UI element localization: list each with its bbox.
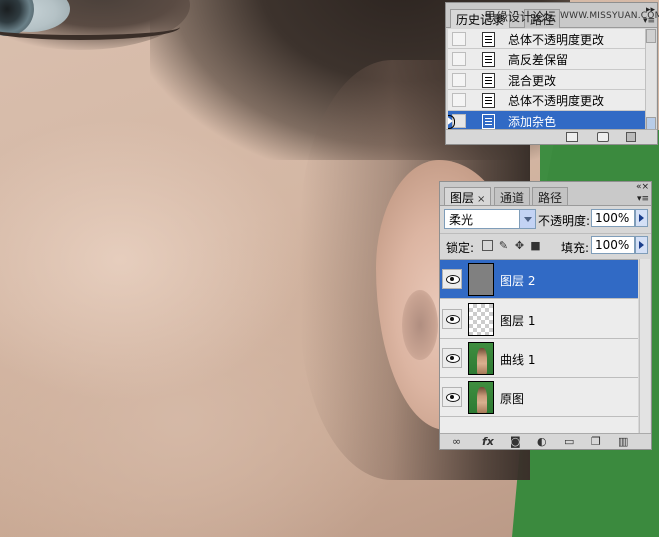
eye-icon[interactable] bbox=[442, 269, 462, 289]
history-state-slider-icon[interactable] bbox=[448, 114, 455, 129]
layer-thumbnail bbox=[468, 263, 494, 296]
blend-mode-select[interactable]: 柔光 bbox=[444, 209, 536, 229]
history-item-selected[interactable]: 添加杂色 bbox=[448, 110, 646, 131]
history-state-icon bbox=[482, 72, 495, 88]
history-source-box[interactable] bbox=[452, 93, 466, 108]
history-panel: 历史记录 路径 ▸▸ ▾≡ 总体不透明度更改 高反差保留 混合更改 总体不透明度… bbox=[445, 2, 658, 145]
layers-panel: 图层 × 通道 路径 «× ▾≡ 柔光 不透明度: 100% 锁定: ✎ ✥ ■ … bbox=[439, 181, 652, 450]
layer-name: 曲线 1 bbox=[500, 353, 536, 367]
trash-icon[interactable] bbox=[626, 132, 636, 142]
blend-mode-value: 柔光 bbox=[449, 213, 474, 227]
layer-row[interactable]: 曲线 1 bbox=[440, 339, 638, 378]
close-icon[interactable]: × bbox=[477, 194, 485, 205]
layer-name: 图层 2 bbox=[500, 274, 536, 288]
opacity-field[interactable]: 100% bbox=[591, 209, 635, 227]
new-layer-icon[interactable]: ❐ bbox=[591, 436, 601, 448]
new-document-from-state-icon[interactable] bbox=[566, 132, 578, 142]
tab-layers[interactable]: 图层 × bbox=[444, 187, 492, 205]
history-item-label: 高反差保留 bbox=[508, 53, 569, 68]
tab-paths[interactable]: 路径 bbox=[524, 9, 561, 28]
lock-all-icon[interactable]: ■ bbox=[530, 240, 541, 251]
layer-thumbnail bbox=[468, 342, 494, 375]
folder-icon[interactable]: ▭ bbox=[564, 436, 574, 448]
tab-history[interactable]: 历史记录 bbox=[450, 9, 511, 28]
snapshot-camera-icon[interactable] bbox=[597, 132, 609, 142]
history-item[interactable]: 总体不透明度更改 bbox=[448, 90, 646, 111]
history-item-label: 混合更改 bbox=[508, 73, 557, 88]
tab-paths[interactable]: 路径 bbox=[532, 187, 569, 205]
layer-thumbnail bbox=[468, 381, 494, 414]
layer-thumbnail bbox=[468, 303, 494, 336]
eye-icon[interactable] bbox=[442, 309, 462, 329]
ear-inner bbox=[402, 290, 438, 360]
fill-slider-button[interactable] bbox=[635, 236, 648, 254]
scroll-up-arrow[interactable] bbox=[646, 29, 656, 43]
layer-name: 图层 1 bbox=[500, 314, 536, 328]
history-source-box[interactable] bbox=[452, 72, 466, 87]
panel-menu-icon[interactable]: ▾≡ bbox=[637, 194, 649, 204]
history-list: 总体不透明度更改 高反差保留 混合更改 总体不透明度更改 添加杂色 bbox=[448, 29, 646, 131]
layer-name: 原图 bbox=[500, 392, 525, 406]
layers-scrollbar[interactable] bbox=[639, 259, 650, 435]
layer-row[interactable]: 原图 bbox=[440, 378, 638, 417]
history-item-label: 总体不透明度更改 bbox=[508, 33, 605, 47]
lock-image-pixels-icon[interactable]: ✎ bbox=[498, 240, 509, 251]
eye-icon[interactable] bbox=[442, 387, 462, 407]
watermark-url: WWW.MISSYUAN.COM bbox=[560, 11, 659, 21]
fill-field[interactable]: 100% bbox=[591, 236, 635, 254]
layer-list: 图层 2 图层 1 曲线 1 原图 bbox=[440, 259, 638, 435]
tab-layers-label: 图层 bbox=[450, 191, 475, 205]
blend-opacity-row: 柔光 不透明度: 100% bbox=[440, 207, 651, 231]
layers-tabstrip: 图层 × 通道 路径 «× ▾≡ bbox=[440, 182, 651, 206]
history-state-icon bbox=[482, 93, 495, 109]
history-item-label: 总体不透明度更改 bbox=[508, 94, 605, 109]
history-item[interactable]: 混合更改 bbox=[448, 70, 646, 91]
lock-position-icon[interactable]: ✥ bbox=[514, 240, 525, 251]
eye-icon[interactable] bbox=[442, 348, 462, 368]
history-footer bbox=[446, 129, 657, 144]
history-item[interactable]: 总体不透明度更改 bbox=[448, 29, 646, 50]
history-item-label: 添加杂色 bbox=[508, 114, 557, 129]
history-source-box[interactable] bbox=[452, 52, 466, 67]
opacity-slider-button[interactable] bbox=[635, 209, 648, 227]
chevron-down-icon[interactable] bbox=[519, 210, 535, 228]
panel-collapse-icon[interactable]: «× bbox=[636, 182, 649, 192]
opacity-label: 不透明度: bbox=[538, 214, 591, 228]
history-source-box[interactable] bbox=[452, 32, 466, 46]
history-item[interactable]: 高反差保留 bbox=[448, 49, 646, 70]
layers-footer: ∞ fx ◙ ◐ ▭ ❐ ▥ bbox=[440, 433, 651, 449]
layer-row[interactable]: 图层 1 bbox=[440, 300, 638, 339]
history-state-icon bbox=[482, 32, 495, 47]
lock-fill-row: 锁定: ✎ ✥ ■ 填充: 100% bbox=[440, 233, 651, 257]
layer-row[interactable]: 图层 2 bbox=[440, 260, 638, 299]
link-icon[interactable]: ∞ bbox=[452, 436, 461, 448]
history-state-icon bbox=[482, 52, 495, 68]
tab-channels[interactable]: 通道 bbox=[494, 187, 531, 205]
fill-label: 填充: bbox=[561, 241, 590, 255]
adjustment-icon[interactable]: ◐ bbox=[537, 436, 547, 448]
fx-icon[interactable]: fx bbox=[482, 436, 494, 448]
history-state-icon bbox=[482, 113, 495, 129]
lock-label: 锁定: bbox=[446, 241, 475, 255]
lock-transparent-pixels-icon[interactable] bbox=[482, 240, 493, 251]
history-scrollbar[interactable] bbox=[645, 29, 656, 131]
mask-icon[interactable]: ◙ bbox=[510, 436, 521, 448]
trash-icon[interactable]: ▥ bbox=[618, 436, 628, 448]
